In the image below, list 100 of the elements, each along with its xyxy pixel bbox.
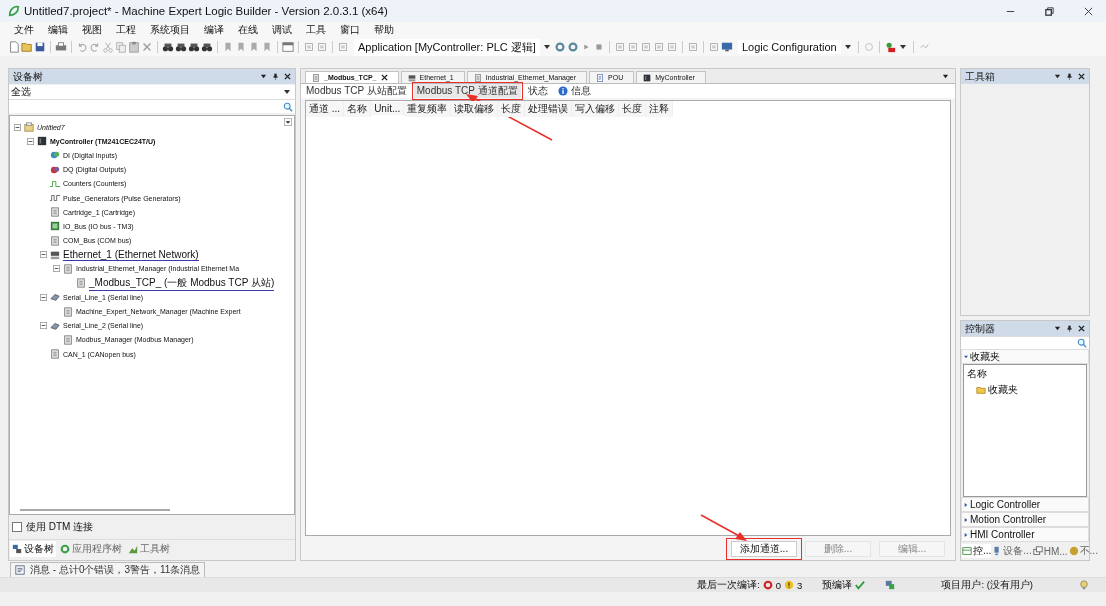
menu-item[interactable]: 编译 xyxy=(204,23,224,37)
action-button[interactable]: 添加通道... xyxy=(731,541,797,557)
caret-icon[interactable] xyxy=(844,44,851,50)
close-icon[interactable] xyxy=(284,73,291,80)
menu-item[interactable]: 调试 xyxy=(272,23,292,37)
menu-item[interactable]: 工具 xyxy=(306,23,326,37)
expander-icon[interactable] xyxy=(53,265,60,273)
caret-icon[interactable] xyxy=(899,44,906,50)
section-header[interactable]: Motion Controller xyxy=(961,512,1089,527)
section-header[interactable]: Logic Controller xyxy=(961,497,1089,512)
open-folder-icon[interactable] xyxy=(21,41,33,53)
network-icon[interactable] xyxy=(885,580,896,590)
dropdown-icon[interactable] xyxy=(260,73,267,80)
panel-tab[interactable]: HM... xyxy=(1032,544,1068,558)
column-header[interactable]: 注释 xyxy=(646,100,674,117)
section-title[interactable]: 收藏夹 xyxy=(970,349,1000,364)
sub-tab[interactable]: Modbus TCP 通道配置 xyxy=(413,84,521,98)
search-icon[interactable] xyxy=(283,101,293,112)
dropdown-icon[interactable] xyxy=(1054,73,1061,80)
filter-dropdown[interactable]: 全选 xyxy=(9,85,295,99)
section-title[interactable]: Logic Controller xyxy=(970,499,1041,510)
menu-item[interactable]: 视图 xyxy=(82,23,102,37)
list-item[interactable]: 收藏夹 xyxy=(988,383,1018,397)
bulb-icon[interactable] xyxy=(1079,580,1089,590)
column-header[interactable]: 重复频率 xyxy=(404,100,452,117)
close-icon[interactable] xyxy=(380,74,388,81)
column-header[interactable]: 写入偏移 xyxy=(572,100,620,117)
dropdown-icon[interactable] xyxy=(1054,325,1061,332)
menu-item[interactable]: 在线 xyxy=(238,23,258,37)
search-icon[interactable] xyxy=(1077,338,1087,348)
binoculars-icon[interactable] xyxy=(162,41,174,53)
column-header[interactable]: 名称 xyxy=(344,100,372,117)
paste-icon[interactable] xyxy=(128,41,140,53)
close-icon[interactable] xyxy=(1078,325,1085,332)
expander-icon[interactable] xyxy=(40,322,47,330)
panel-tab[interactable]: 工具树 xyxy=(126,541,172,557)
section-title[interactable]: Motion Controller xyxy=(970,514,1047,525)
controller-icon[interactable] xyxy=(962,546,972,556)
messages-tab[interactable]: 消息 - 总计0个错误，3警告，11条消息 xyxy=(10,562,206,577)
section-title[interactable]: HMI Controller xyxy=(970,529,1035,540)
sub-tab[interactable]: 状态 xyxy=(524,84,551,98)
menu-item[interactable]: 工程 xyxy=(116,23,136,37)
menu-item[interactable]: 文件 xyxy=(14,23,34,37)
expand-arrow-icon[interactable] xyxy=(964,502,968,507)
search-field[interactable] xyxy=(9,99,295,113)
column-header[interactable]: 长度 xyxy=(498,100,526,117)
panel-tab[interactable]: 不... xyxy=(1068,544,1098,558)
expander-icon[interactable] xyxy=(27,137,34,145)
scrollbar[interactable] xyxy=(20,509,170,511)
section-header[interactable]: 收藏夹 xyxy=(961,349,1089,364)
panel-tab[interactable]: 控... xyxy=(962,544,992,558)
menu-item[interactable]: 系统项目 xyxy=(150,23,190,37)
binoculars-icon[interactable] xyxy=(188,41,200,53)
sub-tab[interactable]: 信息 xyxy=(554,84,594,98)
new-file-icon[interactable] xyxy=(8,41,20,53)
panel-tab[interactable]: 设备... xyxy=(992,544,1032,558)
pin-icon[interactable] xyxy=(272,73,279,80)
configuration-dropdown[interactable]: Logic Configuration xyxy=(737,40,841,54)
panel-tab[interactable]: 设备树 xyxy=(10,541,56,557)
menu-item[interactable]: 编辑 xyxy=(48,23,68,37)
save-icon[interactable] xyxy=(34,41,46,53)
close-icon[interactable] xyxy=(1083,5,1094,17)
column-header[interactable]: Unit... xyxy=(371,102,405,115)
column-header[interactable]: 通道 ... xyxy=(306,100,345,117)
tree-item[interactable]: Ethernet_1 (Ethernet Network) xyxy=(63,248,199,261)
close-icon[interactable] xyxy=(1078,73,1085,80)
dropdown-icon[interactable] xyxy=(942,73,949,80)
checkbox-label[interactable]: 使用 DTM 连接 xyxy=(26,520,94,534)
binoculars-icon[interactable] xyxy=(201,41,213,53)
section-header[interactable]: HMI Controller xyxy=(961,527,1089,542)
checkbox[interactable] xyxy=(12,522,22,532)
column-header[interactable]: 读取偏移 xyxy=(451,100,499,117)
expander-icon[interactable] xyxy=(14,123,21,131)
pin-icon[interactable] xyxy=(1066,325,1073,332)
print-icon[interactable] xyxy=(55,41,67,53)
expand-arrow-icon[interactable] xyxy=(964,532,968,537)
delete-icon[interactable] xyxy=(141,41,153,53)
menu-item[interactable]: 帮助 xyxy=(374,23,394,37)
window-icon[interactable] xyxy=(282,41,294,53)
menu-item[interactable]: 窗口 xyxy=(340,23,360,37)
tree-item[interactable]: _Modbus_TCP_ (一般 Modbus TCP 从站) xyxy=(89,275,275,291)
windows-icon[interactable] xyxy=(1032,546,1043,556)
caret-icon[interactable] xyxy=(284,89,290,95)
column-header[interactable]: 名称 xyxy=(964,365,1086,383)
expander-icon[interactable] xyxy=(40,293,47,301)
sub-tab[interactable]: Modbus TCP 从站配置 xyxy=(303,84,410,98)
column-header[interactable]: 处理错误 xyxy=(525,100,573,117)
monitor-icon[interactable] xyxy=(720,41,733,53)
device-tree-icon[interactable] xyxy=(12,544,22,554)
expander-icon[interactable] xyxy=(40,251,47,259)
expand-arrow-icon[interactable] xyxy=(964,517,968,522)
pin-icon[interactable] xyxy=(1066,73,1073,80)
panel-tab[interactable]: 应用程序树 xyxy=(58,541,124,557)
application-dropdown[interactable]: Application [MyController: PLC 逻辑] xyxy=(354,38,540,56)
dropdown-icon[interactable] xyxy=(284,118,292,126)
caret-icon[interactable] xyxy=(543,44,550,50)
expand-arrow-icon[interactable] xyxy=(964,354,968,359)
restore-icon[interactable] xyxy=(1044,5,1055,17)
search-field[interactable] xyxy=(961,336,1089,349)
binoculars-icon[interactable] xyxy=(175,41,187,53)
